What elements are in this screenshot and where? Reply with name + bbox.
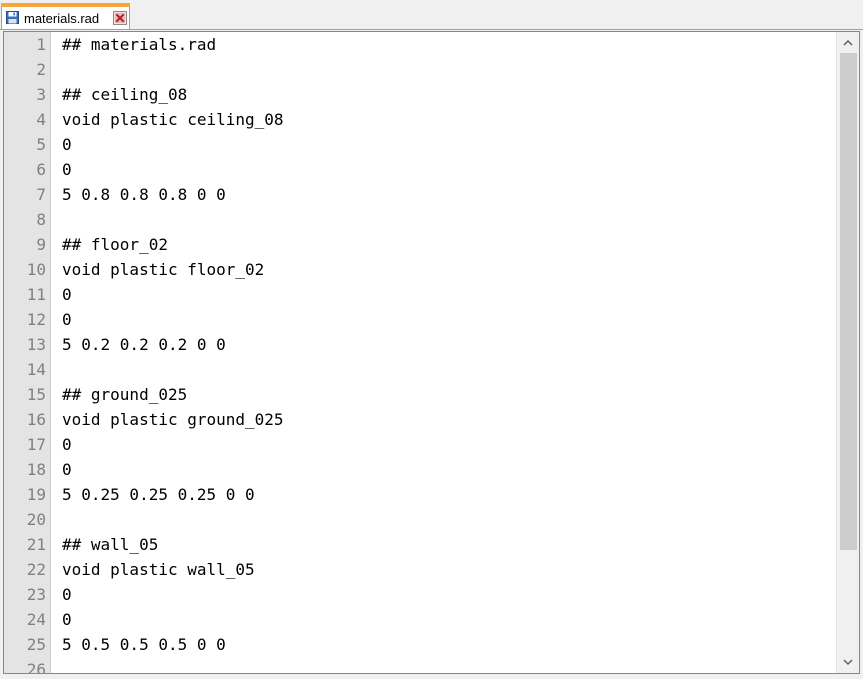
code-line[interactable]: 5 0.5 0.5 0.5 0 0: [62, 632, 226, 657]
vertical-scrollbar[interactable]: [836, 32, 859, 673]
save-icon: [6, 11, 19, 24]
line-number: 15: [26, 385, 46, 404]
line-number: 20: [26, 510, 46, 529]
line-number: 6: [36, 160, 46, 179]
line-number: 2: [36, 60, 46, 79]
line-number: 3: [36, 85, 46, 104]
line-number: 16: [26, 410, 46, 429]
code-line[interactable]: 0: [62, 282, 72, 307]
code-line[interactable]: ## materials.rad: [62, 32, 216, 57]
code-line[interactable]: 5 0.25 0.25 0.25 0 0: [62, 482, 255, 507]
code-line[interactable]: 0: [62, 307, 72, 332]
line-number: 12: [26, 310, 46, 329]
text-editor[interactable]: 1 2 3 4 5 6 7 8 9 10 11 12 13 14 15 16 17 18 19 20 21 22 23 24 2…: [3, 31, 860, 674]
line-number: 25: [26, 635, 46, 654]
line-number: 24: [26, 610, 46, 629]
code-line[interactable]: 0: [62, 607, 72, 632]
code-line[interactable]: void plastic floor_02: [62, 257, 264, 282]
code-line[interactable]: void plastic wall_05: [62, 557, 255, 582]
code-line[interactable]: 0: [62, 432, 72, 457]
code-line[interactable]: ## wall_05: [62, 532, 158, 557]
scroll-thumb[interactable]: [840, 53, 857, 550]
tab-bar: materials.rad: [0, 0, 863, 30]
code-line[interactable]: 0: [62, 457, 72, 482]
line-number: 22: [26, 560, 46, 579]
line-number: 23: [26, 585, 46, 604]
tab-active-indicator: [1, 3, 130, 7]
code-line[interactable]: void plastic ground_025: [62, 407, 284, 432]
line-number: 5: [36, 135, 46, 154]
line-number: 26: [26, 660, 46, 674]
code-line[interactable]: 0: [62, 582, 72, 607]
line-number: 11: [26, 285, 46, 304]
line-number: 18: [26, 460, 46, 479]
code-line[interactable]: 0: [62, 157, 72, 182]
line-number: 13: [26, 335, 46, 354]
line-number: 21: [26, 535, 46, 554]
tab-label: materials.rad: [24, 11, 100, 26]
code-area[interactable]: ## materials.rad ## ceiling_08 void plasti…: [51, 32, 835, 673]
code-line[interactable]: ## ceiling_08: [62, 82, 187, 107]
code-line[interactable]: ## ground_025: [62, 382, 187, 407]
code-line[interactable]: void plastic ceiling_08: [62, 107, 284, 132]
line-number-gutter: 1 2 3 4 5 6 7 8 9 10 11 12 13 14 15 16 17 18 19 20 21 22 23 24 2…: [4, 32, 51, 673]
line-number: 17: [26, 435, 46, 454]
code-line[interactable]: ## floor_02: [62, 232, 168, 257]
line-number: 1: [36, 35, 46, 54]
line-number: 19: [26, 485, 46, 504]
line-number: 9: [36, 235, 46, 254]
line-number: 4: [36, 110, 46, 129]
chevron-up-icon[interactable]: [837, 34, 859, 52]
tab-materials-rad[interactable]: materials.rad: [1, 3, 130, 29]
line-number: 14: [26, 360, 46, 379]
line-number: 10: [26, 260, 46, 279]
close-icon[interactable]: [113, 11, 127, 25]
chevron-down-icon[interactable]: [837, 653, 859, 671]
code-line[interactable]: 5 0.2 0.2 0.2 0 0: [62, 332, 226, 357]
code-line[interactable]: 5 0.8 0.8 0.8 0 0: [62, 182, 226, 207]
line-number: 8: [36, 210, 46, 229]
line-number: 7: [36, 185, 46, 204]
code-line[interactable]: 0: [62, 132, 72, 157]
